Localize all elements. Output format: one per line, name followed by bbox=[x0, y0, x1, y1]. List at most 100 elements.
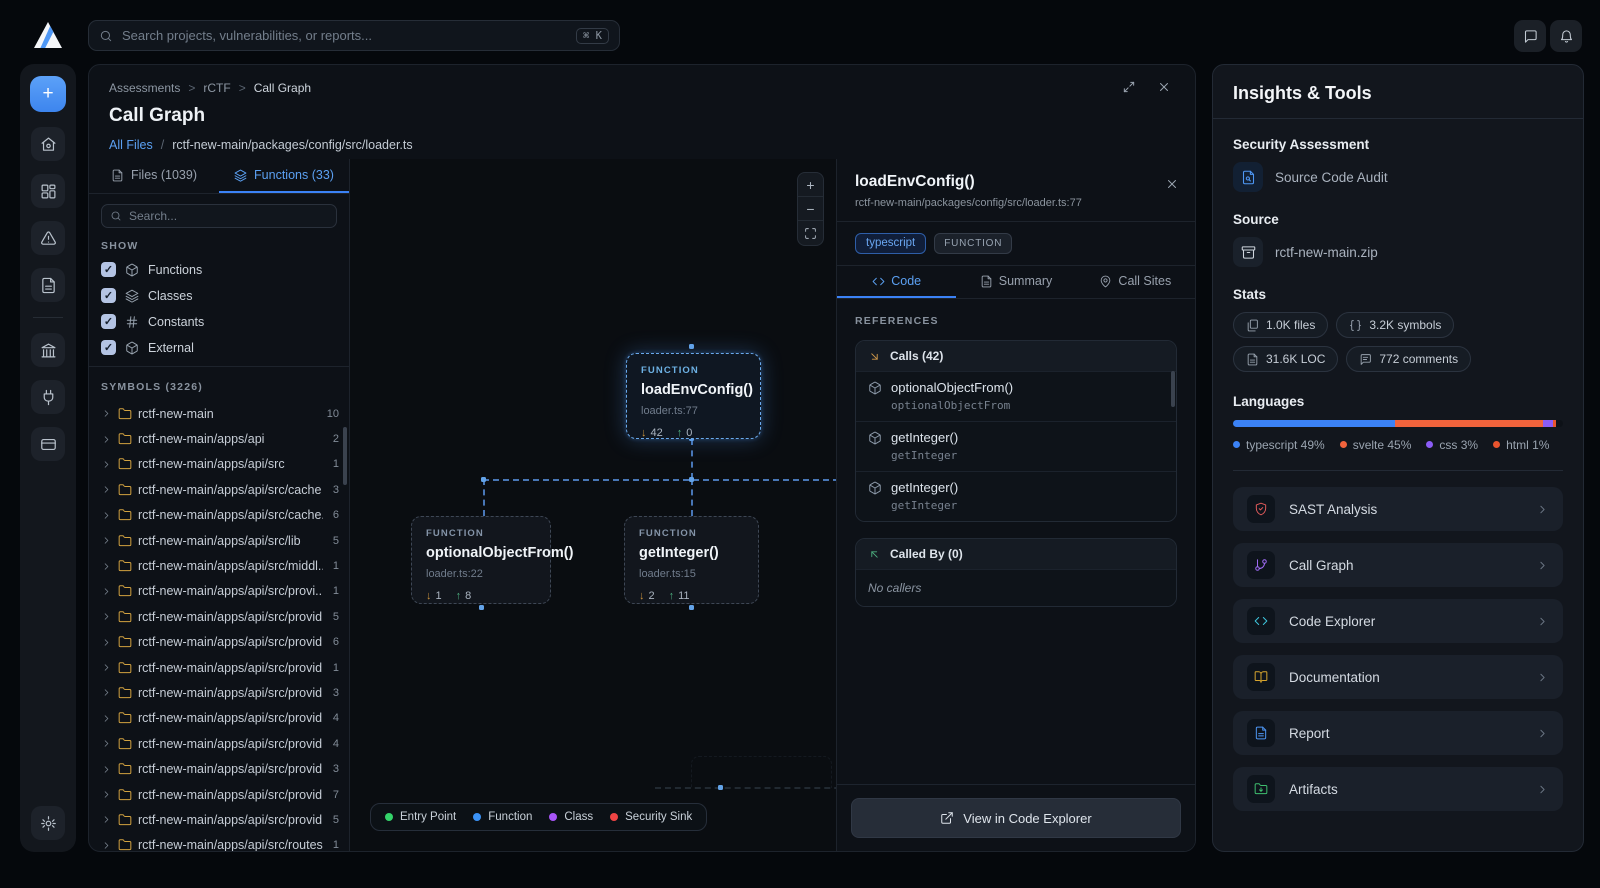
breadcrumb-item[interactable]: Assessments bbox=[109, 81, 180, 95]
calls-out-icon: ↓ bbox=[426, 590, 432, 602]
call-item[interactable]: getInteger() getInteger bbox=[856, 471, 1176, 521]
graph-canvas[interactable]: FUNCTION loadEnvConfig() loader.ts:77 ↓ 4… bbox=[350, 159, 836, 851]
folder-icon bbox=[118, 686, 132, 700]
tab-call-sites[interactable]: Call Sites bbox=[1076, 266, 1195, 298]
notifications-button[interactable] bbox=[1550, 20, 1582, 52]
all-files-link[interactable]: All Files bbox=[109, 138, 153, 152]
search-icon bbox=[110, 210, 122, 222]
close-details-button[interactable] bbox=[1165, 177, 1179, 191]
tree-item[interactable]: rctf-new-main/apps/api/src 1 bbox=[101, 452, 339, 477]
tab-summary[interactable]: Summary bbox=[956, 266, 1075, 298]
rail-home-button[interactable] bbox=[31, 127, 65, 161]
zoom-in-button[interactable]: + bbox=[798, 173, 823, 197]
settings-button[interactable] bbox=[31, 806, 65, 840]
close-panel-button[interactable] bbox=[1157, 80, 1171, 94]
tool-artifacts[interactable]: Artifacts bbox=[1233, 767, 1563, 811]
calls-scrollbar[interactable] bbox=[1171, 371, 1175, 407]
node-name: optionalObjectFrom() bbox=[426, 545, 574, 561]
checkbox-checked[interactable]: ✓ bbox=[101, 288, 116, 303]
call-item[interactable]: getInteger() getInteger bbox=[856, 421, 1176, 471]
rail-reports-button[interactable] bbox=[31, 268, 65, 302]
graph-node-optionalObjectFrom[interactable]: FUNCTION optionalObjectFrom() loader.ts:… bbox=[411, 516, 574, 604]
tree-scrollbar[interactable] bbox=[343, 427, 347, 485]
stat-comments-badge: 772 comments bbox=[1346, 346, 1472, 372]
tree-item[interactable]: rctf-new-main/apps/api/src/middl... 1 bbox=[101, 553, 339, 578]
tree-item[interactable]: rctf-new-main/apps/api/src/provi... 1 bbox=[101, 579, 339, 604]
stat-symbols-badge: 3.2K symbols bbox=[1336, 312, 1455, 338]
report-file-icon bbox=[1247, 719, 1275, 747]
checkbox-checked[interactable]: ✓ bbox=[101, 262, 116, 277]
layers-icon bbox=[234, 169, 247, 182]
call-item[interactable]: optionalObjectFrom() optionalObjectFrom bbox=[856, 371, 1176, 421]
rail-organization-button[interactable] bbox=[31, 333, 65, 367]
graph-connector-dot bbox=[689, 477, 694, 482]
call-item-symbol: getInteger bbox=[891, 499, 958, 512]
rail-dashboard-button[interactable] bbox=[31, 174, 65, 208]
tree-item[interactable]: rctf-new-main/apps/api/src/lib 5 bbox=[101, 528, 339, 553]
tool-call-graph[interactable]: Call Graph bbox=[1233, 543, 1563, 587]
graph-node-getInteger[interactable]: FUNCTION getInteger() loader.ts:15 ↓ 2 ↑ 1… bbox=[624, 516, 759, 604]
tab-functions[interactable]: Functions (33) bbox=[219, 159, 349, 193]
folder-icon bbox=[118, 788, 132, 802]
called-by-icon: ↑ bbox=[676, 427, 683, 439]
view-in-code-explorer-button[interactable]: View in Code Explorer bbox=[851, 798, 1181, 838]
tree-item[interactable]: rctf-new-main/apps/api/src/provid... 5 bbox=[101, 807, 339, 832]
external-link-icon bbox=[940, 811, 954, 825]
filter-constants[interactable]: ✓ Constants bbox=[101, 313, 337, 330]
filter-classes[interactable]: ✓ Classes bbox=[101, 287, 337, 304]
new-button[interactable]: + bbox=[30, 76, 66, 112]
languages-label: Languages bbox=[1233, 394, 1305, 409]
tree-item[interactable]: rctf-new-main/apps/api 2 bbox=[101, 426, 339, 451]
expand-button[interactable] bbox=[1122, 80, 1136, 94]
checkbox-checked[interactable]: ✓ bbox=[101, 314, 116, 329]
folder-icon bbox=[118, 610, 132, 624]
tool-code-explorer[interactable]: Code Explorer bbox=[1233, 599, 1563, 643]
package-icon bbox=[868, 481, 882, 495]
rail-billing-button[interactable] bbox=[31, 427, 65, 461]
fit-view-button[interactable] bbox=[798, 221, 823, 245]
calls-out-icon: ↓ bbox=[639, 590, 645, 602]
tool-documentation[interactable]: Documentation bbox=[1233, 655, 1563, 699]
rail-divider bbox=[33, 317, 63, 318]
chat-button[interactable] bbox=[1514, 20, 1546, 52]
tab-files[interactable]: Files (1039) bbox=[89, 159, 219, 193]
filter-functions[interactable]: ✓ Functions bbox=[101, 261, 337, 278]
tree-item[interactable]: rctf-new-main/apps/api/src/provid... 5 bbox=[101, 604, 339, 629]
checkbox-checked[interactable]: ✓ bbox=[101, 340, 116, 355]
tree-item[interactable]: rctf-new-main/apps/api/src/provid... 4 bbox=[101, 706, 339, 731]
chevron-right-icon bbox=[101, 586, 112, 597]
tab-code[interactable]: Code bbox=[837, 266, 957, 298]
chevron-right-icon bbox=[101, 484, 112, 495]
tree-item[interactable]: rctf-new-main/apps/api/src/provid... 1 bbox=[101, 655, 339, 680]
app-logo-icon[interactable] bbox=[33, 21, 63, 49]
filter-external[interactable]: ✓ External bbox=[101, 339, 337, 356]
package-icon bbox=[868, 381, 882, 395]
rail-vulnerabilities-button[interactable] bbox=[31, 221, 65, 255]
global-search-input[interactable]: Search projects, vulnerabilities, or rep… bbox=[88, 20, 620, 51]
tree-item[interactable]: rctf-new-main/apps/api/src/provid... 3 bbox=[101, 756, 339, 781]
tab-files-label: Files (1039) bbox=[131, 168, 197, 182]
building-icon bbox=[40, 342, 57, 359]
chevron-right-icon bbox=[101, 637, 112, 648]
graph-node-loadEnvConfig[interactable]: FUNCTION loadEnvConfig() loader.ts:77 ↓ 4… bbox=[626, 353, 761, 439]
kind-badge: FUNCTION bbox=[934, 233, 1013, 254]
breadcrumb-item[interactable]: rCTF bbox=[203, 81, 230, 95]
tree-item[interactable]: rctf-new-main/apps/api/src/provid... 7 bbox=[101, 782, 339, 807]
tree-item[interactable]: rctf-new-main/apps/api/src/provid... 6 bbox=[101, 630, 339, 655]
tree-item[interactable]: rctf-new-main 10 bbox=[101, 401, 339, 426]
tree-item[interactable]: rctf-new-main/apps/api/src/provid... 4 bbox=[101, 731, 339, 756]
tree-item[interactable]: rctf-new-main/apps/api/src/cache... 6 bbox=[101, 503, 339, 528]
tree-item[interactable]: rctf-new-main/apps/api/src/routes 1 bbox=[101, 833, 339, 851]
folder-icon bbox=[118, 432, 132, 446]
tree-item[interactable]: rctf-new-main/apps/api/src/provid... 3 bbox=[101, 680, 339, 705]
folder-icon bbox=[118, 457, 132, 471]
symbols-search-input[interactable]: Search... bbox=[101, 204, 337, 228]
zoom-out-button[interactable]: − bbox=[798, 197, 823, 221]
tool-report[interactable]: Report bbox=[1233, 711, 1563, 755]
git-branch-icon bbox=[1247, 551, 1275, 579]
tool-sast-analysis[interactable]: SAST Analysis bbox=[1233, 487, 1563, 531]
legend-label: Function bbox=[488, 811, 533, 823]
tree-item[interactable]: rctf-new-main/apps/api/src/cache 3 bbox=[101, 477, 339, 502]
graph-edge bbox=[483, 479, 485, 516]
rail-integrations-button[interactable] bbox=[31, 380, 65, 414]
